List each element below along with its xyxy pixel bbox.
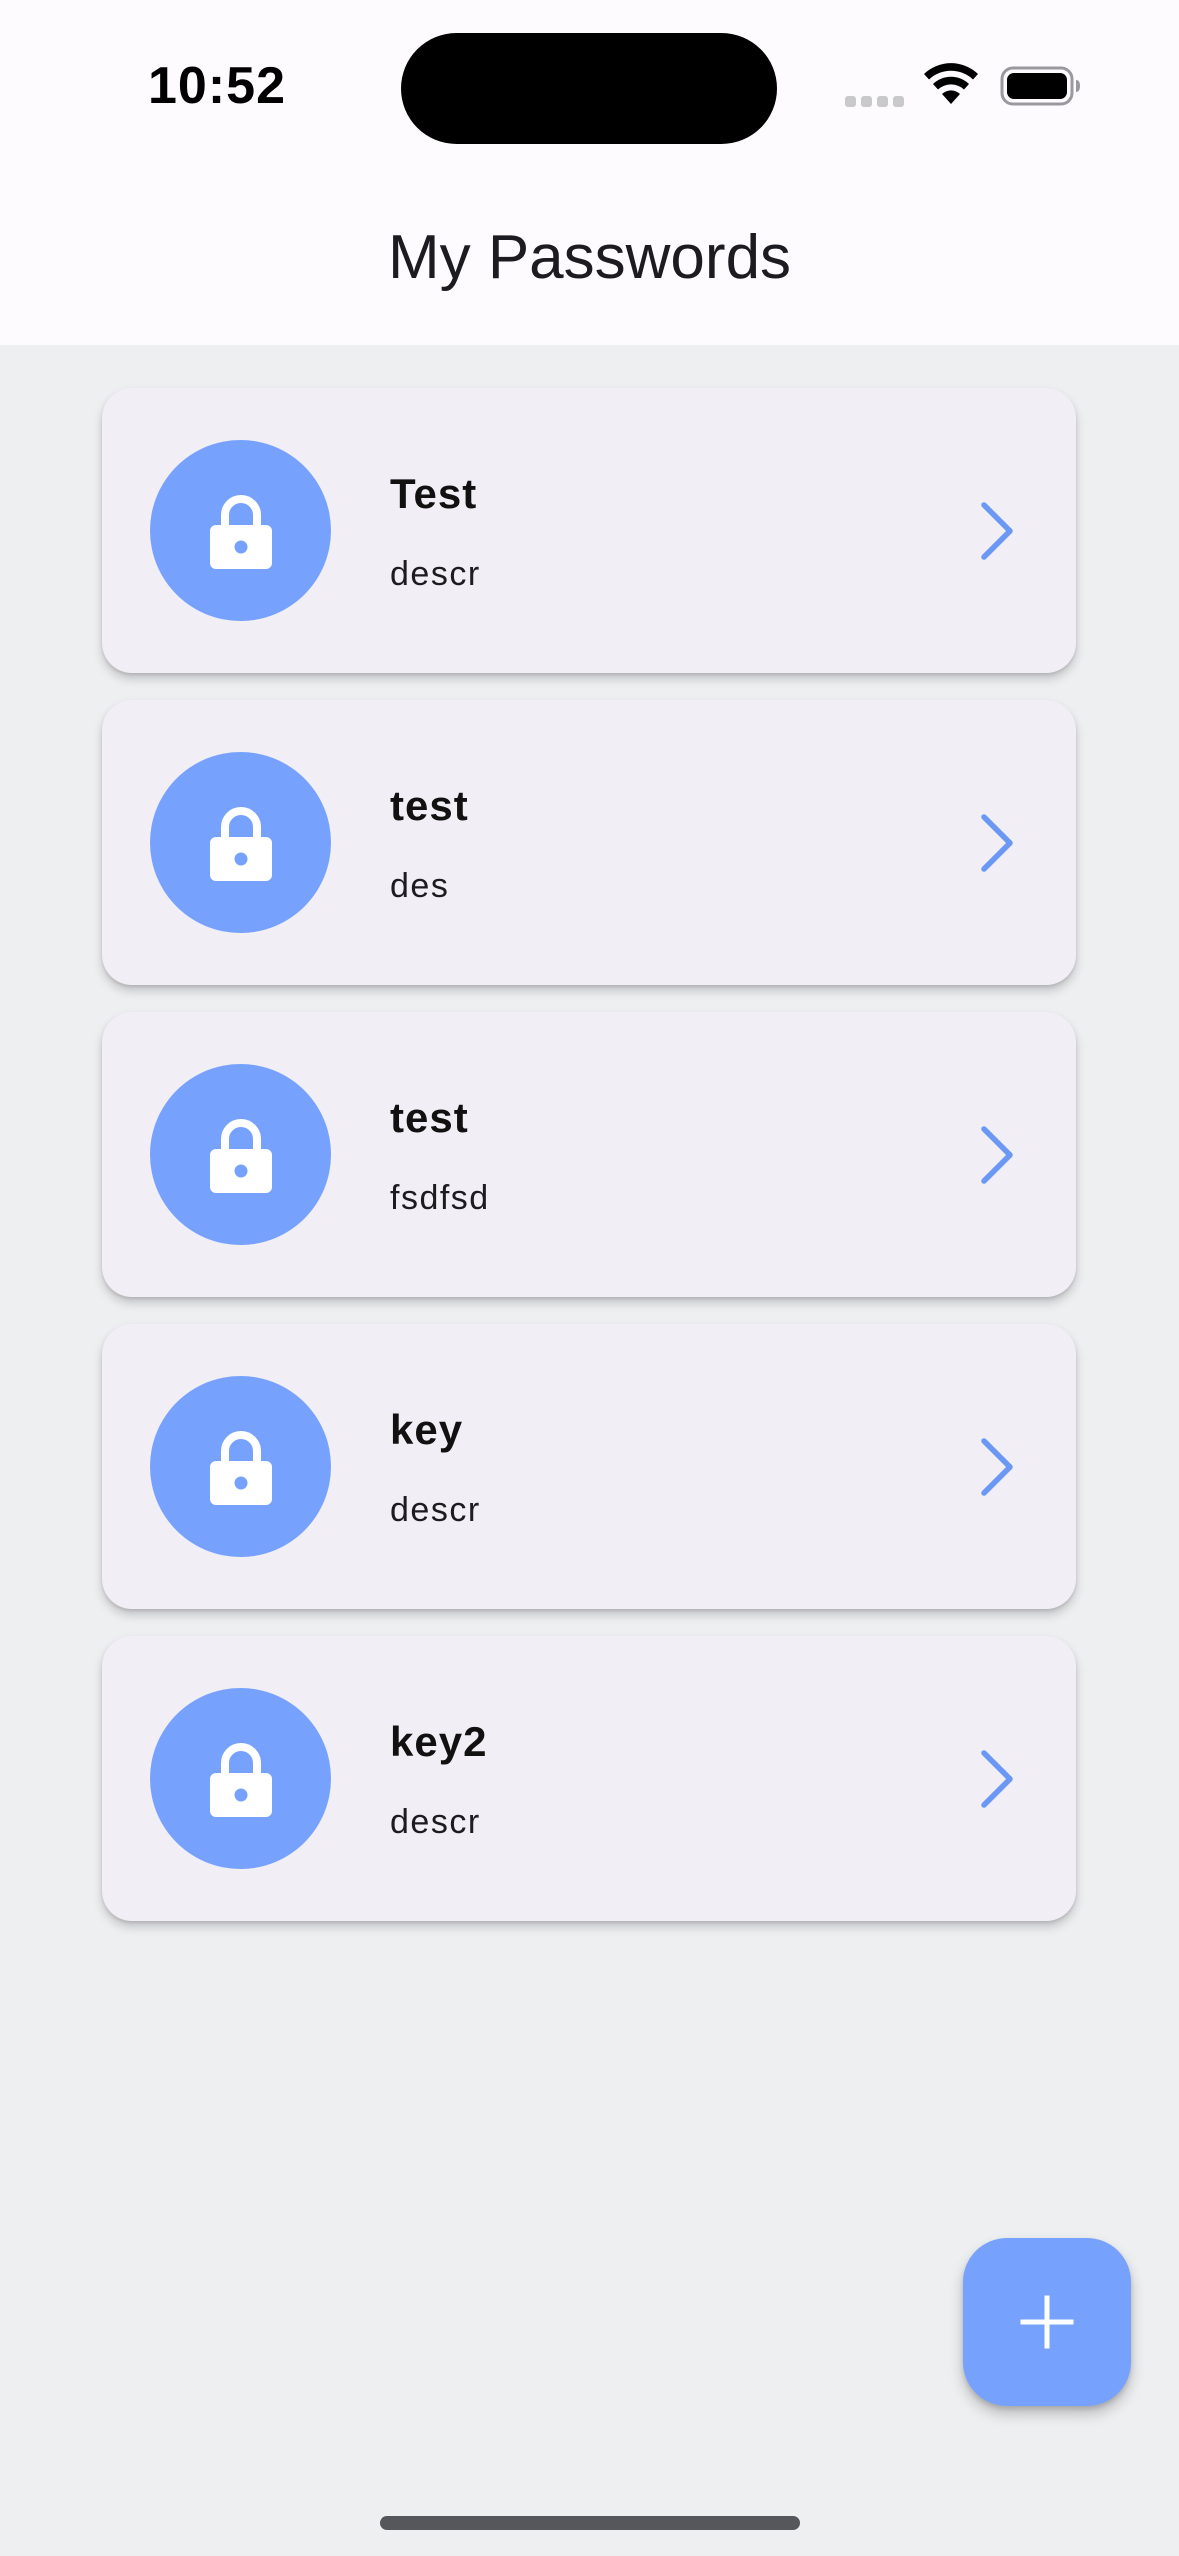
lock-icon	[209, 1118, 272, 1193]
status-time: 10:52	[148, 57, 286, 115]
password-title: test	[390, 782, 469, 829]
chevron-right-icon[interactable]	[978, 1749, 1018, 1809]
plus-icon	[1020, 2295, 1074, 2349]
lock-avatar	[150, 1688, 331, 1869]
password-card[interactable]: key descr	[102, 1324, 1076, 1609]
password-title: key	[390, 1406, 464, 1453]
password-card[interactable]: Test descr	[102, 388, 1076, 673]
wifi-icon	[924, 63, 978, 104]
password-description: descr	[390, 1491, 481, 1529]
password-card[interactable]: key2 descr	[102, 1636, 1076, 1921]
lock-avatar	[150, 752, 331, 933]
lock-icon	[209, 1742, 272, 1817]
lock-avatar	[150, 1376, 331, 1557]
lock-icon	[209, 494, 272, 569]
dynamic-island	[401, 33, 777, 144]
lock-icon	[209, 806, 272, 881]
status-icons	[845, 62, 1085, 112]
battery-icon	[1000, 66, 1080, 106]
home-indicator[interactable]	[380, 2516, 800, 2530]
lock-avatar	[150, 1064, 331, 1245]
password-description: fsdfsd	[390, 1179, 490, 1217]
top-app-bar: 10:52 My Passwords	[0, 0, 1179, 345]
password-description: descr	[390, 555, 481, 593]
password-description: des	[390, 867, 450, 905]
chevron-right-icon[interactable]	[978, 501, 1018, 561]
password-title: test	[390, 1094, 469, 1141]
lock-avatar	[150, 440, 331, 621]
password-card[interactable]: test des	[102, 700, 1076, 985]
password-description: descr	[390, 1803, 481, 1841]
chevron-right-icon[interactable]	[978, 1437, 1018, 1497]
chevron-right-icon[interactable]	[978, 813, 1018, 873]
add-password-button[interactable]	[963, 2238, 1131, 2406]
password-list: Test descr test des test fsdfsd key desc…	[102, 388, 1076, 1948]
page-title: My Passwords	[387, 223, 792, 292]
cellular-signal-icon	[845, 96, 904, 107]
password-card[interactable]: test fsdfsd	[102, 1012, 1076, 1297]
password-title: key2	[390, 1718, 488, 1765]
chevron-right-icon[interactable]	[978, 1125, 1018, 1185]
lock-icon	[209, 1430, 272, 1505]
password-title: Test	[390, 470, 478, 517]
